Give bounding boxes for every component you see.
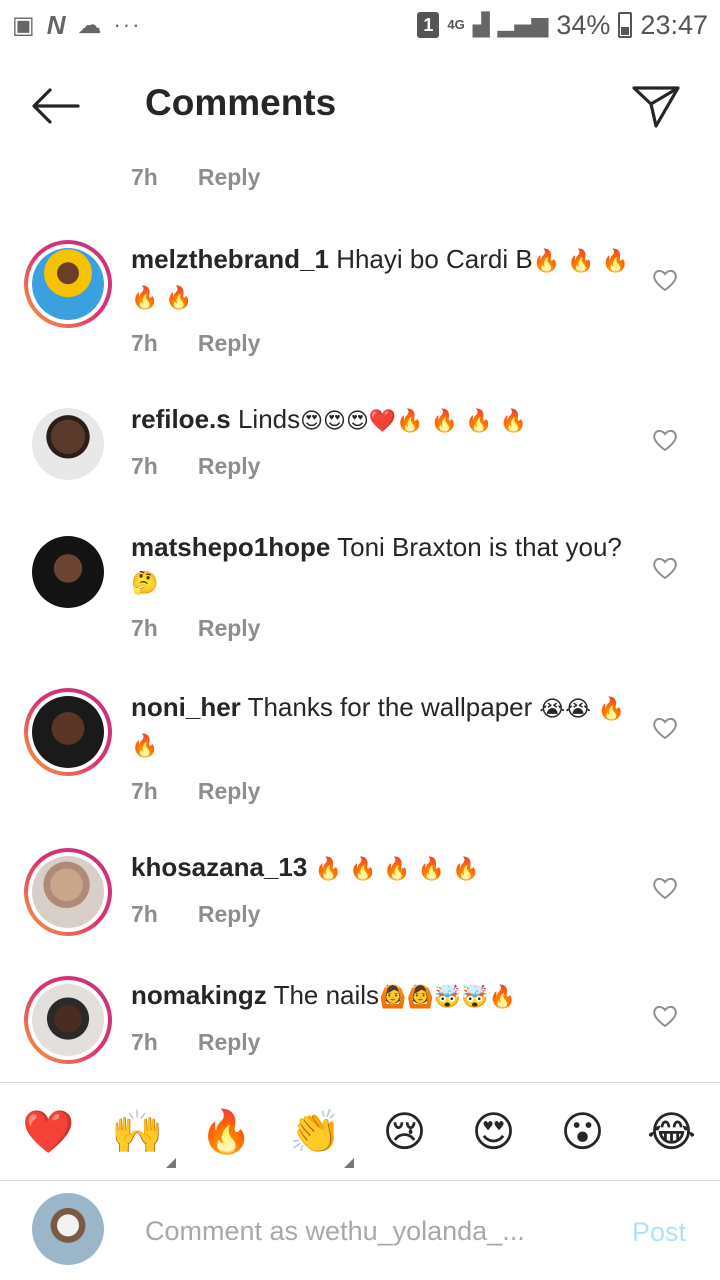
like-heart-icon[interactable] (652, 1004, 678, 1028)
avatar[interactable] (32, 408, 104, 480)
comment-time: 7h (131, 453, 158, 479)
emoji-raised-hands[interactable]: 🙌 (108, 1102, 176, 1168)
header: Comments (0, 56, 720, 156)
avatar[interactable] (24, 976, 112, 1064)
emoji-laugh-tears[interactable]: 😂 (642, 1102, 702, 1162)
avatar[interactable] (32, 536, 104, 608)
comment-emoji: 🤔 (131, 571, 159, 596)
reply-button[interactable]: Reply (198, 774, 261, 808)
send-icon[interactable] (630, 80, 682, 132)
comment-time: 7h (131, 330, 158, 356)
comment-body: matshepo1hope Toni Braxton is that you? … (131, 530, 631, 645)
network-type: 4G (447, 17, 465, 32)
avatar-photo (32, 696, 104, 768)
comment-time: 7h (131, 1029, 158, 1055)
battery-percent: 34% (556, 9, 611, 40)
back-arrow-icon[interactable] (30, 86, 82, 126)
avatar-photo (32, 248, 104, 320)
comment-username[interactable]: refiloe.s (131, 404, 231, 434)
comment-body: noni_her Thanks for the wallpaper 😭😭 🔥 🔥… (131, 690, 631, 808)
emoji-heart[interactable]: ❤️ (19, 1102, 79, 1162)
n-app-icon: N (46, 9, 66, 40)
comment-emoji: 🔥 🔥 🔥 🔥 🔥 (314, 857, 480, 882)
emoji-cry[interactable]: 😢 (375, 1102, 435, 1162)
sim-slot-badge: 1 (417, 12, 440, 38)
avatar[interactable] (24, 688, 112, 776)
comment-body: nomakingz The nails🙆🙆🤯🤯🔥 7h Reply (131, 978, 631, 1059)
previous-comment-meta: 7h Reply (131, 164, 260, 191)
like-heart-icon[interactable] (652, 556, 678, 580)
status-left: ▣ N ☁ ··· (12, 10, 141, 41)
status-right: 1 4G ▟ ▂▄▆ 34% 23:47 (417, 10, 708, 41)
comment-username[interactable]: khosazana_13 (131, 852, 307, 882)
comment-time: 7h (131, 778, 158, 804)
avatar[interactable] (24, 240, 112, 328)
comment-emoji: 😍😍😍❤️🔥 🔥 🔥 🔥 (300, 409, 527, 434)
emoji-surprised[interactable]: 😮 (553, 1102, 613, 1162)
comment-username[interactable]: matshepo1hope (131, 532, 330, 562)
avatar-photo (32, 856, 104, 928)
emoji-fire[interactable]: 🔥 (197, 1102, 257, 1162)
avatar-photo (32, 408, 104, 480)
comment-text: Linds (237, 404, 301, 434)
clock: 23:47 (640, 9, 708, 40)
weather-icon: ☁ (77, 11, 102, 39)
signal-bars-icon: ▂▄▆ (497, 12, 549, 38)
comment-time: 7h (131, 901, 158, 927)
reply-button[interactable]: Reply (198, 326, 261, 360)
like-heart-icon[interactable] (652, 268, 678, 292)
reply-button[interactable]: Reply (198, 164, 261, 191)
emoji-clap[interactable]: 👏 (286, 1102, 354, 1168)
comment-time: 7h (131, 615, 158, 641)
reply-button[interactable]: Reply (198, 1025, 261, 1059)
comment-username[interactable]: nomakingz (131, 980, 267, 1010)
comment-username[interactable]: melzthebrand_1 (131, 244, 329, 274)
comment-text: Thanks for the wallpaper (247, 692, 533, 722)
avatar-photo (32, 984, 104, 1056)
like-heart-icon[interactable] (652, 716, 678, 740)
avatar[interactable] (24, 848, 112, 936)
emoji-raised-hands-glyph: 🙌 (111, 1106, 164, 1156)
emoji-clap-glyph: 👏 (289, 1106, 342, 1156)
more-dots-icon: ··· (113, 12, 142, 37)
comment-input[interactable] (145, 1211, 595, 1251)
reply-button[interactable]: Reply (198, 611, 261, 645)
comment-text: Toni Braxton is that you? (337, 532, 622, 562)
comment-body: khosazana_13 🔥 🔥 🔥 🔥 🔥 7h Reply (131, 850, 631, 931)
battery-icon (618, 12, 633, 38)
like-heart-icon[interactable] (652, 876, 678, 900)
divider (0, 1082, 720, 1083)
reply-button[interactable]: Reply (198, 449, 261, 483)
comment-text: The nails (273, 980, 380, 1010)
status-bar: ▣ N ☁ ··· 1 4G ▟ ▂▄▆ 34% 23:47 (0, 0, 720, 50)
skin-tone-indicator-icon (343, 1157, 354, 1168)
like-heart-icon[interactable] (652, 428, 678, 452)
comment-text: Hhayi bo Cardi B (336, 244, 533, 274)
page-title: Comments (145, 82, 337, 123)
gallery-icon: ▣ (12, 11, 35, 39)
skin-tone-indicator-icon (165, 1157, 176, 1168)
comment-body: refiloe.s Linds😍😍😍❤️🔥 🔥 🔥 🔥 7h Reply (131, 402, 631, 483)
comment-username[interactable]: noni_her (131, 692, 241, 722)
emoji-heart-eyes[interactable]: 😍 (464, 1102, 524, 1162)
comment-time: 7h (131, 164, 158, 190)
signal-icon: ▟ (472, 12, 490, 38)
reply-button[interactable]: Reply (198, 897, 261, 931)
comment-composer: Post (0, 1181, 720, 1280)
quick-emoji-bar: ❤️ 🙌 🔥 👏 😢 😍 😮 😂 (0, 1084, 720, 1179)
avatar-photo (32, 536, 104, 608)
post-button[interactable]: Post (632, 1217, 686, 1248)
my-avatar[interactable] (32, 1193, 104, 1265)
comment-emoji: 🙆🙆🤯🤯🔥 (379, 985, 517, 1010)
comment-body: melzthebrand_1 Hhayi bo Cardi B🔥 🔥 🔥 🔥 🔥… (131, 242, 631, 360)
